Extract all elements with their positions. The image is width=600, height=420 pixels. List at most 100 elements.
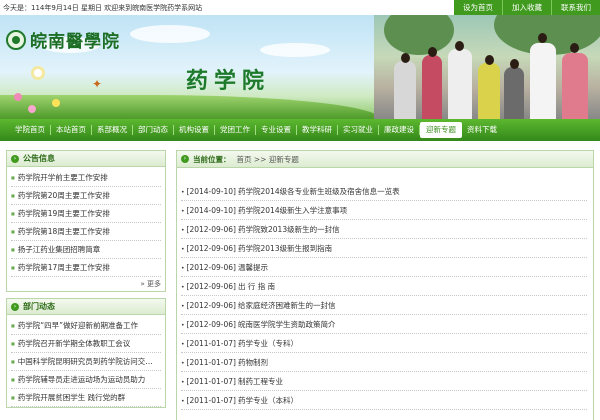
article-title-link[interactable]: 制药工程专业 bbox=[238, 377, 283, 386]
notices-list: 药学院开学前主要工作安排 药学院第20周主要工作安排 药学院第19周主要工作安排… bbox=[7, 167, 165, 277]
list-item[interactable]: 药学院开展贫困学生 践行党的群 bbox=[11, 389, 161, 407]
bullet-icon: • bbox=[181, 303, 185, 310]
bullet-arrow-icon: › bbox=[11, 302, 19, 311]
list-item[interactable]: 中国科学院昆明研究员到药学院访问交… bbox=[11, 353, 161, 371]
bullet-icon: • bbox=[181, 360, 185, 367]
news-panel: › 部门动态 药学院“四早”做好迎新前期准备工作 药学院召开新学期全体教职工会议… bbox=[6, 298, 166, 408]
nav-internship-jobs[interactable]: 实习就业 bbox=[338, 125, 379, 135]
school-logo[interactable]: 皖南醫學院 bbox=[6, 27, 120, 52]
list-item[interactable]: 药学院第17周主要工作安排 bbox=[11, 259, 161, 277]
breadcrumb-label: 当前位置： bbox=[193, 154, 231, 164]
list-item[interactable]: 药学院开学前主要工作安排 bbox=[11, 169, 161, 187]
students-photo bbox=[374, 15, 600, 119]
news-title: 部门动态 bbox=[23, 302, 55, 311]
article-title-link[interactable]: 药学院致2013级新生的一封信 bbox=[238, 225, 340, 234]
article-row[interactable]: • [2012-09-06] 出 行 指 南 bbox=[181, 277, 587, 296]
main-nav: 学院首页 本站首页 系部概况 部门动态 机构设置 党团工作 专业设置 教学科研 … bbox=[0, 119, 600, 141]
list-item[interactable]: 药学院第19周主要工作安排 bbox=[11, 205, 161, 223]
article-row[interactable]: • [2011-01-07] 药学专业（本科） bbox=[181, 391, 587, 410]
article-list: • [2014-09-10] 药学院2014级各专业新生班级及宿舍信息一览表 • [20… bbox=[177, 168, 593, 410]
article-row[interactable]: • [2011-01-07] 制药工程专业 bbox=[181, 372, 587, 391]
flower-icon bbox=[14, 93, 22, 101]
date-welcome-text: 今天是：114年9月14日 星期日 欢迎来到皖南医学院药学系网站 bbox=[3, 4, 203, 12]
flower-icon bbox=[52, 99, 60, 107]
article-row[interactable]: • [2011-01-07] 药学专业（专科） bbox=[181, 334, 587, 353]
top-bar: 今天是：114年9月14日 星期日 欢迎来到皖南医学院药学系网站 设为首页 加入… bbox=[0, 0, 600, 15]
article-date: [2012-09-06] bbox=[186, 225, 236, 234]
article-title-link[interactable]: 药学院2014级各专业新生班级及宿舍信息一览表 bbox=[238, 187, 400, 196]
top-links: 设为首页 加入收藏 联系我们 bbox=[454, 0, 600, 15]
notices-header: › 公告信息 bbox=[7, 151, 165, 167]
contact-us-link[interactable]: 联系我们 bbox=[551, 0, 600, 15]
article-row[interactable]: • [2014-09-10] 药学院2014级新生入学注意事项 bbox=[181, 201, 587, 220]
article-date: [2011-01-07] bbox=[186, 396, 236, 405]
article-date: [2012-09-06] bbox=[186, 320, 236, 329]
main-content: › 当前位置： 首页 >> 迎新专题 • [2014-09-10] 药学院2014级… bbox=[176, 150, 594, 420]
set-homepage-link[interactable]: 设为首页 bbox=[454, 0, 502, 15]
article-date: [2011-01-07] bbox=[186, 339, 236, 348]
list-item[interactable]: 扬子江药业集团招聘简章 bbox=[11, 241, 161, 259]
nav-college-home[interactable]: 学院首页 bbox=[10, 125, 51, 135]
article-row[interactable]: • [2012-09-06] 药学院致2013级新生的一封信 bbox=[181, 220, 587, 239]
article-date: [2014-09-10] bbox=[186, 187, 236, 196]
school-seal-icon bbox=[6, 29, 26, 50]
bullet-icon: • bbox=[181, 265, 185, 272]
notices-more-link[interactable]: » 更多 bbox=[7, 277, 165, 291]
article-row[interactable]: • [2011-01-07] 药物制剂 bbox=[181, 353, 587, 372]
article-date: [2012-09-06] bbox=[186, 301, 236, 310]
nav-freshman-topic[interactable]: 迎新专题 bbox=[420, 122, 462, 138]
article-date: [2012-09-06] bbox=[186, 244, 236, 253]
article-row[interactable]: • [2012-09-06] 给家庭经济困难新生的一封信 bbox=[181, 296, 587, 315]
butterfly-icon: ✦ bbox=[92, 77, 103, 91]
header-banner: ✦ 皖南醫學院 药学院 bbox=[0, 15, 600, 119]
breadcrumb: › 当前位置： 首页 >> 迎新专题 bbox=[177, 151, 593, 168]
notices-panel: › 公告信息 药学院开学前主要工作安排 药学院第20周主要工作安排 药学院第19… bbox=[6, 150, 166, 292]
article-row[interactable]: • [2012-09-06] 药学院2013级新生报到指南 bbox=[181, 239, 587, 258]
add-favorite-link[interactable]: 加入收藏 bbox=[502, 0, 551, 15]
article-date: [2011-01-07] bbox=[186, 358, 236, 367]
nav-downloads[interactable]: 资料下载 bbox=[462, 125, 502, 135]
news-header: › 部门动态 bbox=[7, 299, 165, 315]
article-row[interactable]: • [2012-09-06] 温馨提示 bbox=[181, 258, 587, 277]
list-item[interactable]: 药学院第18周主要工作安排 bbox=[11, 223, 161, 241]
bullet-arrow-icon: › bbox=[181, 155, 189, 163]
bullet-icon: • bbox=[181, 379, 185, 386]
bullet-icon: • bbox=[181, 246, 185, 253]
bullet-icon: • bbox=[181, 284, 185, 291]
article-date: [2014-09-10] bbox=[186, 206, 236, 215]
article-title-link[interactable]: 药学院2013级新生报到指南 bbox=[238, 244, 332, 253]
bullet-icon: • bbox=[181, 189, 185, 196]
nav-party-work[interactable]: 党团工作 bbox=[215, 125, 256, 135]
bullet-icon: • bbox=[181, 341, 185, 348]
cloud-shape bbox=[260, 43, 330, 57]
bullet-icon: • bbox=[181, 227, 185, 234]
bullet-arrow-icon: › bbox=[11, 154, 19, 163]
nav-department-news[interactable]: 部门动态 bbox=[133, 125, 174, 135]
cloud-shape bbox=[130, 25, 210, 43]
article-title-link[interactable]: 药学院2014级新生入学注意事项 bbox=[238, 206, 347, 215]
article-title-link[interactable]: 皖南医学院学生资助政策简介 bbox=[238, 320, 336, 329]
list-item[interactable]: 药学院第20周主要工作安排 bbox=[11, 187, 161, 205]
article-title-link[interactable]: 药物制剂 bbox=[238, 358, 268, 367]
nav-organization[interactable]: 机构设置 bbox=[174, 125, 215, 135]
list-item[interactable]: 药学院辅导员走进运动场为运动员助力 bbox=[11, 371, 161, 389]
nav-teaching-research[interactable]: 教学科研 bbox=[297, 125, 338, 135]
more-label: 更多 bbox=[147, 280, 161, 288]
article-title-link[interactable]: 出 行 指 南 bbox=[238, 282, 275, 291]
nav-department-overview[interactable]: 系部概况 bbox=[92, 125, 133, 135]
article-title-link[interactable]: 给家庭经济困难新生的一封信 bbox=[238, 301, 336, 310]
list-item[interactable]: 药学院“四早”做好迎新前期准备工作 bbox=[11, 317, 161, 335]
nav-integrity[interactable]: 廉政建设 bbox=[379, 125, 420, 135]
article-row[interactable]: • [2014-09-10] 药学院2014级各专业新生班级及宿舍信息一览表 bbox=[181, 182, 587, 201]
article-title-link[interactable]: 温馨提示 bbox=[238, 263, 268, 272]
bullet-icon: • bbox=[181, 208, 185, 215]
article-title-link[interactable]: 药学专业（专科） bbox=[238, 339, 298, 348]
notices-title: 公告信息 bbox=[23, 154, 55, 163]
nav-majors[interactable]: 专业设置 bbox=[256, 125, 297, 135]
nav-site-home[interactable]: 本站首页 bbox=[51, 125, 92, 135]
breadcrumb-path[interactable]: 首页 >> 迎新专题 bbox=[237, 154, 299, 165]
article-title-link[interactable]: 药学专业（本科） bbox=[238, 396, 298, 405]
article-row[interactable]: • [2012-09-06] 皖南医学院学生资助政策简介 bbox=[181, 315, 587, 334]
list-item[interactable]: 药学院召开新学期全体教职工会议 bbox=[11, 335, 161, 353]
school-name-logo: 皖南醫學院 bbox=[30, 32, 120, 52]
